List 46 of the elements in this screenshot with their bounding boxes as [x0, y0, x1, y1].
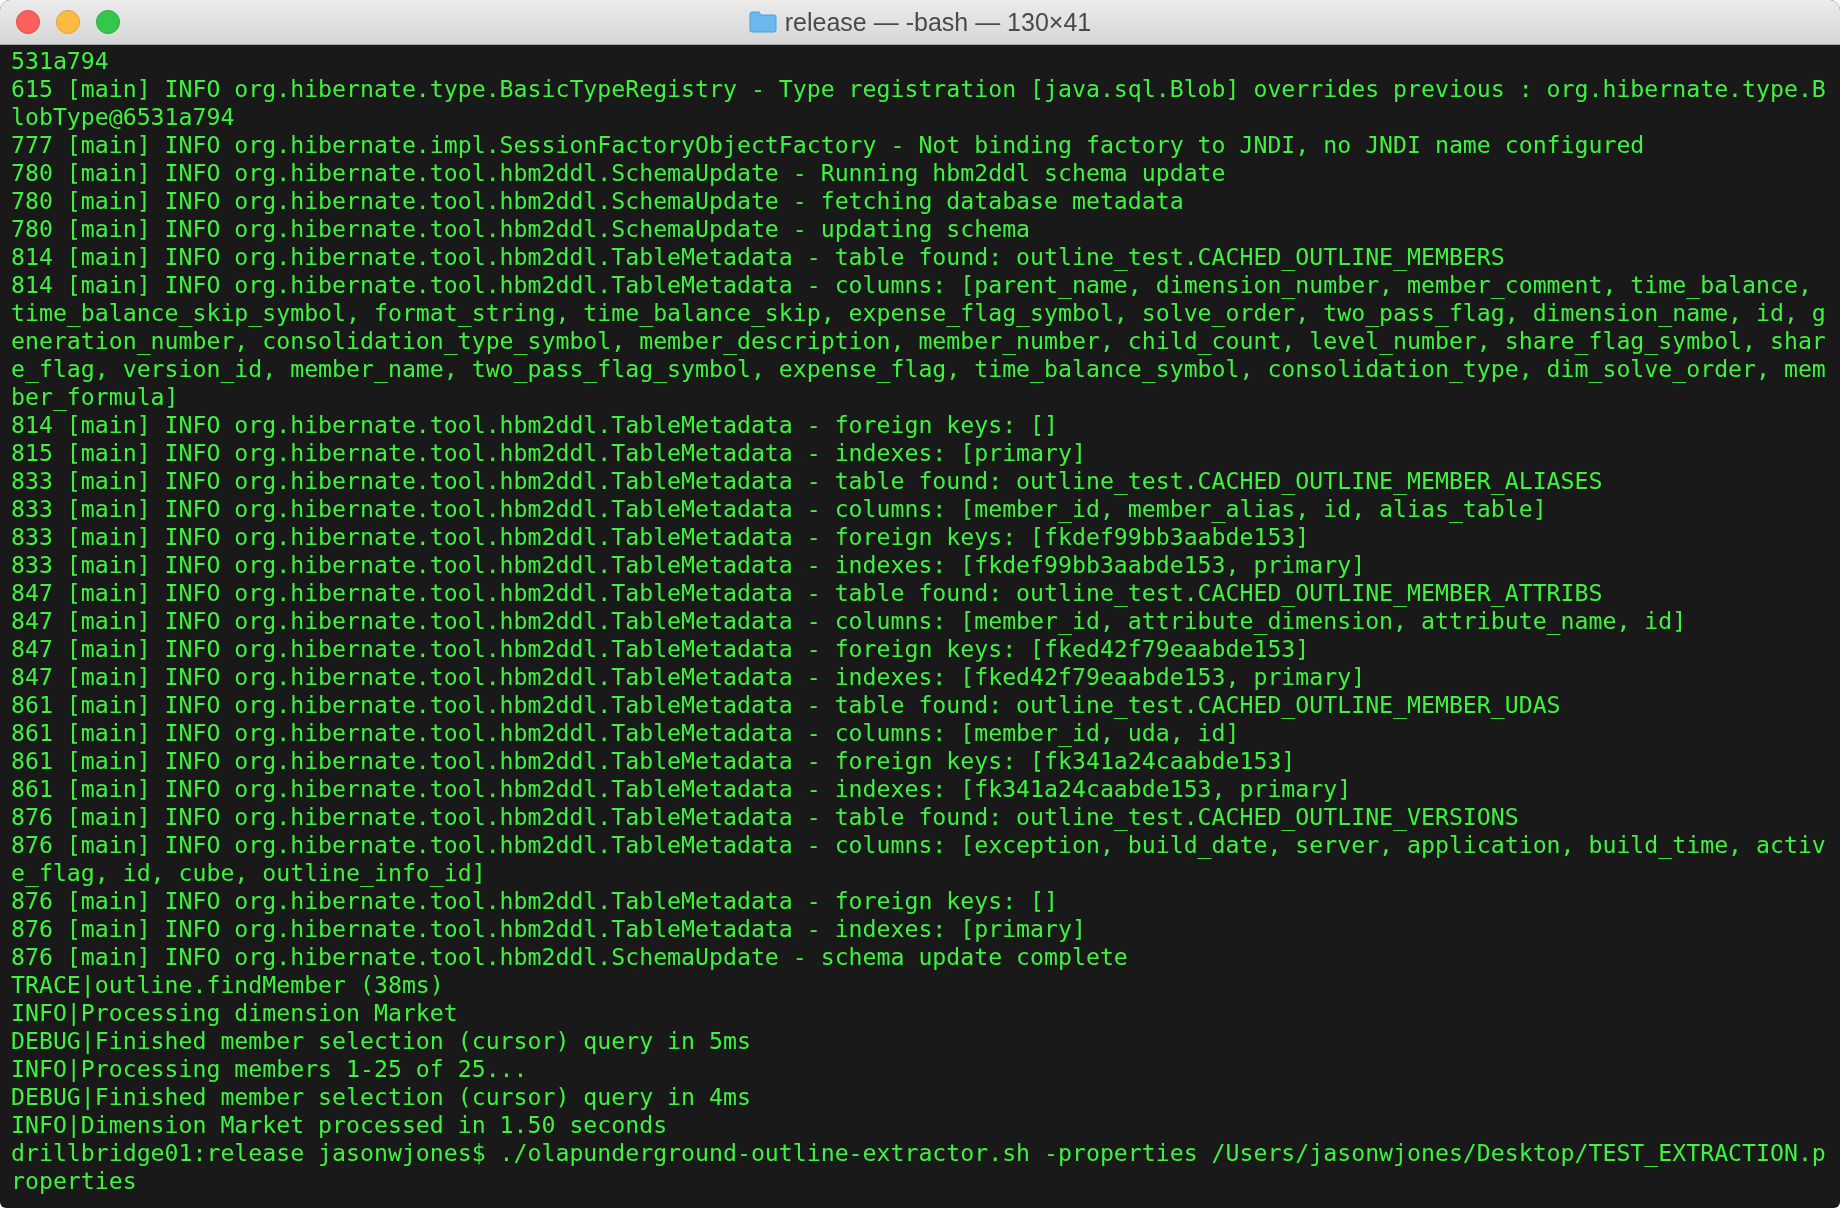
terminal-line: 861 [main] INFO org.hibernate.tool.hbm2ddl.TableMetadata - table found: outline_test.CACHED_OUTLINE_MEMBER_UDAS: [11, 691, 1561, 719]
terminal-line: 847 [main] INFO org.hibernate.tool.hbm2ddl.TableMetadata - foreign keys: [fked42f79eaabde153]: [11, 635, 1310, 663]
terminal-line: 814 [main] INFO org.hibernate.tool.hbm2ddl.TableMetadata - table found: outline_test.CACHED_OUTLINE_MEMBERS: [11, 243, 1505, 271]
terminal-line: INFO|Processing members 1-25 of 25...: [11, 1055, 528, 1083]
terminal-line: 833 [main] INFO org.hibernate.tool.hbm2ddl.TableMetadata - indexes: [fkdef99bb3aabde153, primary]: [11, 551, 1366, 579]
terminal-line: 861 [main] INFO org.hibernate.tool.hbm2ddl.TableMetadata - columns: [member_id, uda, id]: [11, 719, 1240, 747]
terminal-line: TRACE|outline.findMember (38ms): [11, 971, 444, 999]
window-title: release — -bash — 130×41: [784, 7, 1092, 37]
terminal-line: lobType@6531a794: [11, 103, 235, 131]
terminal-line: 780 [main] INFO org.hibernate.tool.hbm2ddl.SchemaUpdate - updating schema: [11, 215, 1031, 243]
terminal-line: 876 [main] INFO org.hibernate.tool.hbm2ddl.TableMetadata - table found: outline_test.CACHED_OUTLINE_VERSIONS: [11, 803, 1519, 831]
folder-icon: [748, 11, 777, 33]
terminal-line: 876 [main] INFO org.hibernate.tool.hbm2ddl.TableMetadata - columns: [exception, build_date, server, application, build_time, activ: [11, 831, 1826, 859]
terminal-line: 847 [main] INFO org.hibernate.tool.hbm2ddl.TableMetadata - columns: [member_id, attribute_dimension, attribute_name, id]: [11, 607, 1687, 635]
terminal-line: 833 [main] INFO org.hibernate.tool.hbm2ddl.TableMetadata - table found: outline_test.CACHED_OUTLINE_MEMBER_ALIASES: [11, 467, 1603, 495]
terminal-line: time_balance_skip_symbol, format_string, time_balance_skip, expense_flag_symbol, solve_order, two_pass_flag, dimension_name, id, g: [11, 299, 1826, 327]
terminal-line: 847 [main] INFO org.hibernate.tool.hbm2ddl.TableMetadata - indexes: [fked42f79eaabde153, primary]: [11, 663, 1366, 691]
terminal-line: 814 [main] INFO org.hibernate.tool.hbm2ddl.TableMetadata - foreign keys: []: [11, 411, 1058, 439]
terminal-line: INFO|Dimension Market processed in 1.50 seconds: [11, 1111, 668, 1139]
terminal-line: 876 [main] INFO org.hibernate.tool.hbm2ddl.SchemaUpdate - schema update complete: [11, 943, 1128, 971]
terminal-line: 531a794: [11, 47, 109, 75]
terminal-line: 780 [main] INFO org.hibernate.tool.hbm2ddl.SchemaUpdate - Running hbm2ddl schema update: [11, 159, 1226, 187]
terminal-line: drillbridge01:release jasonwjones$ ./olapunderground-outline-extractor.sh -properties /Users/jasonwjones/Desktop/TEST_EXTRACTION.p: [11, 1139, 1826, 1167]
terminal-line: INFO|Processing dimension Market: [11, 999, 458, 1027]
terminal-line: e_flag, version_id, member_name, two_pass_flag_symbol, expense_flag, time_balance_symbol, consolidation_type, dim_solve_order, mem: [11, 355, 1826, 383]
terminal-line: 876 [main] INFO org.hibernate.tool.hbm2ddl.TableMetadata - indexes: [primary]: [11, 915, 1086, 943]
terminal-line: eneration_number, consolidation_type_symbol, member_description, member_number, child_count, level_number, share_flag_symbol, shar: [11, 327, 1826, 355]
terminal-line: 815 [main] INFO org.hibernate.tool.hbm2ddl.TableMetadata - indexes: [primary]: [11, 439, 1086, 467]
terminal-line: 861 [main] INFO org.hibernate.tool.hbm2ddl.TableMetadata - foreign keys: [fk341a24caabde153]: [11, 747, 1296, 775]
terminal-line: DEBUG|Finished member selection (cursor) query in 4ms: [11, 1083, 751, 1111]
terminal-line: 833 [main] INFO org.hibernate.tool.hbm2ddl.TableMetadata - foreign keys: [fkdef99bb3aabde153]: [11, 523, 1310, 551]
terminal-line: 833 [main] INFO org.hibernate.tool.hbm2ddl.TableMetadata - columns: [member_id, member_alias, id, alias_table]: [11, 495, 1547, 523]
terminal-line: 876 [main] INFO org.hibernate.tool.hbm2ddl.TableMetadata - foreign keys: []: [11, 887, 1058, 915]
minimize-button[interactable]: [56, 10, 80, 34]
terminal-line: ber_formula]: [11, 383, 179, 411]
close-button[interactable]: [16, 10, 40, 34]
terminal-line: 780 [main] INFO org.hibernate.tool.hbm2ddl.SchemaUpdate - fetching database metadata: [11, 187, 1184, 215]
terminal-line: DEBUG|Finished member selection (cursor) query in 5ms: [11, 1027, 751, 1055]
terminal-line: 615 [main] INFO org.hibernate.type.BasicTypeRegistry - Type registration [java.sql.Blob] overrides previous : org.hibernate.type.B: [11, 75, 1826, 103]
zoom-button[interactable]: [96, 10, 120, 34]
terminal-line: 814 [main] INFO org.hibernate.tool.hbm2ddl.TableMetadata - columns: [parent_name, dimension_number, member_comment, time_balance,: [11, 271, 1812, 299]
terminal-line: 777 [main] INFO org.hibernate.impl.SessionFactoryObjectFactory - Not binding factory to JNDI, no JNDI name configured: [11, 131, 1645, 159]
terminal-line: 847 [main] INFO org.hibernate.tool.hbm2ddl.TableMetadata - table found: outline_test.CACHED_OUTLINE_MEMBER_ATTRIBS: [11, 579, 1603, 607]
terminal-line: roperties: [11, 1167, 137, 1195]
terminal-line: 861 [main] INFO org.hibernate.tool.hbm2ddl.TableMetadata - indexes: [fk341a24caabde153, primary]: [11, 775, 1352, 803]
terminal-line: e_flag, id, cube, outline_info_id]: [11, 859, 486, 887]
